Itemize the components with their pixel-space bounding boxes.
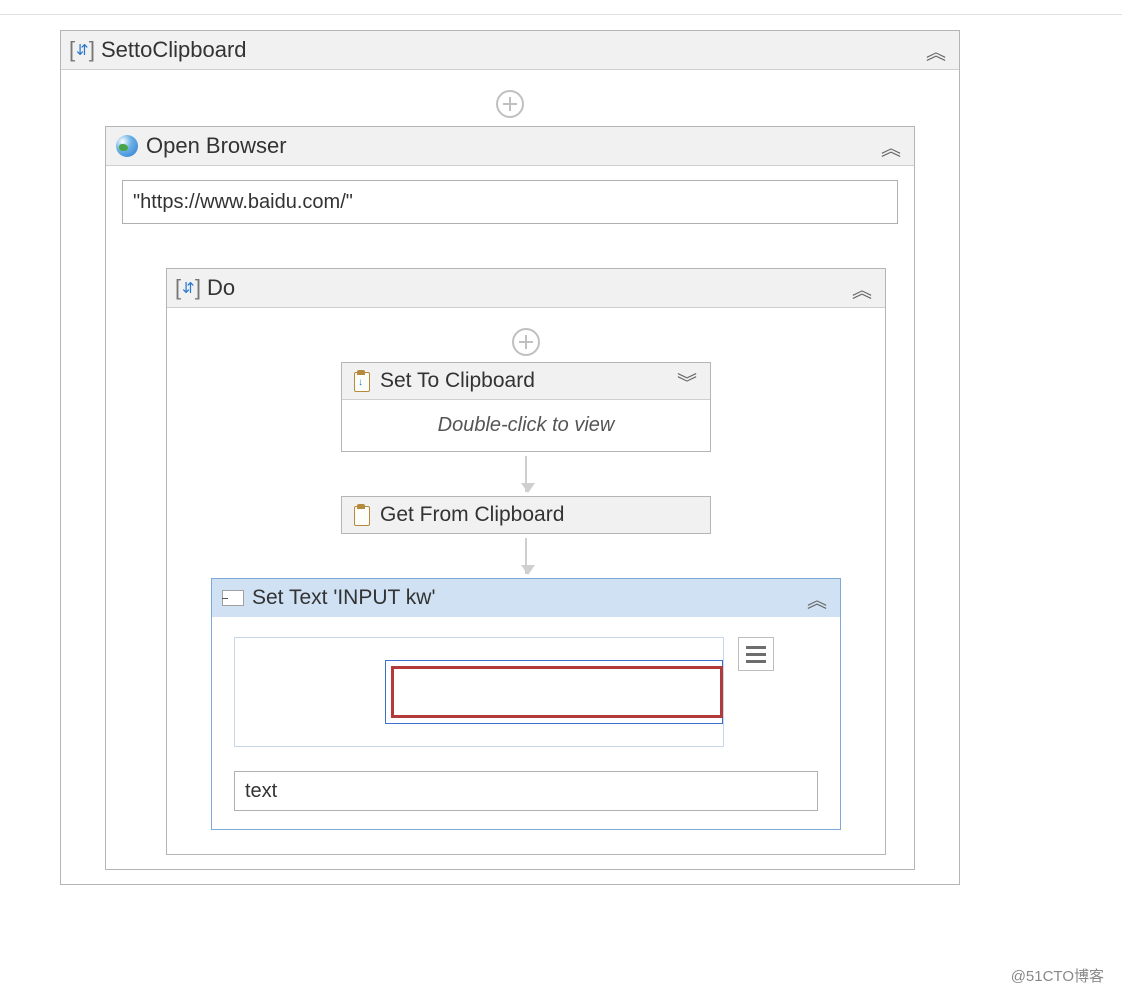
set-text-title: Set Text 'INPUT kw'	[252, 586, 804, 610]
globe-icon	[116, 135, 138, 157]
open-browser-header[interactable]: Open Browser	[106, 127, 914, 166]
activity-get-from-clipboard[interactable]: Get From Clipboard	[341, 496, 711, 534]
workflow-canvas: ⇵ SettoClipboard Open Browser ⇵	[60, 30, 960, 885]
add-activity-button[interactable]	[512, 328, 540, 356]
collapse-toggle[interactable]	[849, 277, 875, 299]
open-browser-url-input[interactable]	[122, 180, 898, 224]
collapse-toggle[interactable]	[923, 39, 949, 61]
collapse-toggle[interactable]	[804, 587, 830, 609]
set-text-value-input[interactable]	[234, 771, 818, 811]
top-divider	[0, 14, 1122, 15]
sequence-icon: ⇵	[71, 39, 93, 61]
clipboard-get-icon	[352, 504, 372, 526]
sequence-settoclipboard[interactable]: ⇵ SettoClipboard Open Browser ⇵	[60, 30, 960, 885]
activity-open-browser[interactable]: Open Browser ⇵ Do	[105, 126, 915, 870]
sequence-do-header[interactable]: ⇵ Do	[167, 269, 885, 308]
open-browser-title: Open Browser	[146, 133, 878, 159]
target-selector-preview[interactable]	[234, 637, 724, 747]
options-menu-button[interactable]	[738, 637, 774, 671]
get-from-clipboard-header[interactable]: Get From Clipboard	[342, 497, 710, 533]
selector-highlight-inner	[391, 666, 723, 718]
clipboard-set-icon: ↓	[352, 370, 372, 392]
set-to-clipboard-title: Set To Clipboard	[380, 369, 674, 393]
set-to-clipboard-header[interactable]: ↓ Set To Clipboard	[342, 363, 710, 400]
sequence-icon: ⇵	[177, 277, 199, 299]
set-text-header[interactable]: Set Text 'INPUT kw'	[212, 579, 840, 617]
add-activity-button[interactable]	[496, 90, 524, 118]
textbox-icon	[222, 590, 244, 606]
expand-toggle[interactable]	[674, 370, 700, 392]
double-click-hint: Double-click to view	[438, 414, 615, 436]
collapse-toggle[interactable]	[878, 135, 904, 157]
flow-arrow	[525, 456, 527, 492]
get-from-clipboard-title: Get From Clipboard	[380, 503, 700, 527]
activity-set-to-clipboard[interactable]: ↓ Set To Clipboard Double-click to view	[341, 362, 711, 452]
activity-set-text[interactable]: Set Text 'INPUT kw'	[211, 578, 841, 830]
sequence-do-title: Do	[207, 275, 849, 301]
set-to-clipboard-body[interactable]: Double-click to view	[342, 400, 710, 451]
watermark-credit: @51CTO博客	[1011, 965, 1104, 986]
flow-arrow	[525, 538, 527, 574]
sequence-do[interactable]: ⇵ Do ↓	[166, 268, 886, 855]
sequence-settoclipboard-title: SettoClipboard	[101, 37, 923, 63]
sequence-settoclipboard-header[interactable]: ⇵ SettoClipboard	[61, 31, 959, 70]
